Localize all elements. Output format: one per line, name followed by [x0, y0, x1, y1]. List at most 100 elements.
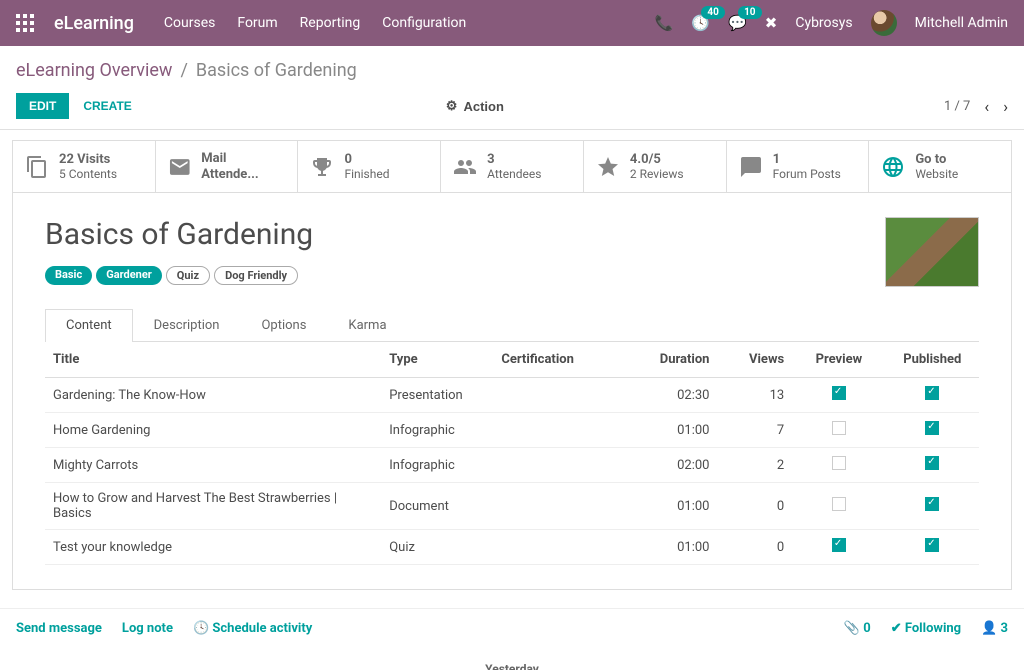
user-name[interactable]: Mitchell Admin — [915, 15, 1008, 31]
brand-title[interactable]: eLearning — [54, 13, 134, 34]
stat-mail[interactable]: Mail Attende... — [156, 141, 299, 192]
stat-buttons: 22 Visits5 Contents Mail Attende... 0Fin… — [13, 141, 1011, 193]
attachments-count[interactable]: 📎 0 — [844, 621, 871, 636]
pager-prev[interactable]: ‹ — [984, 97, 989, 116]
checkbox-preview[interactable] — [832, 456, 846, 470]
checkbox-published[interactable] — [925, 497, 939, 511]
form-scroll[interactable]: 22 Visits5 Contents Mail Attende... 0Fin… — [0, 130, 1024, 670]
table-row[interactable]: Gardening: The Know-How Presentation 02:… — [45, 378, 979, 413]
cell-duration: 01:00 — [605, 483, 717, 530]
action-dropdown[interactable]: ⚙ Action — [446, 98, 504, 114]
date-divider: Yesterday — [16, 662, 1008, 670]
checkbox-preview[interactable] — [832, 538, 846, 552]
edit-button[interactable]: EDIT — [16, 93, 69, 119]
followers-count[interactable]: 👤 3 — [981, 621, 1008, 636]
cell-title: Home Gardening — [45, 413, 381, 448]
cell-published — [886, 530, 979, 565]
trophy-icon — [310, 155, 334, 179]
nav-reporting[interactable]: Reporting — [300, 15, 361, 31]
pager-next[interactable]: › — [1003, 97, 1008, 116]
course-title: Basics of Gardening — [45, 217, 313, 252]
nav-courses[interactable]: Courses — [164, 15, 215, 31]
nav-configuration[interactable]: Configuration — [382, 15, 466, 31]
tab-options[interactable]: Options — [240, 309, 327, 341]
col-published[interactable]: Published — [886, 342, 979, 378]
col-preview[interactable]: Preview — [792, 342, 885, 378]
cell-views: 13 — [717, 378, 792, 413]
phone-icon[interactable]: 📞 — [655, 14, 674, 32]
following-button[interactable]: ✔ Following — [891, 621, 961, 636]
col-views[interactable]: Views — [717, 342, 792, 378]
chat-icon[interactable]: 💬10 — [728, 14, 747, 32]
col-title[interactable]: Title — [45, 342, 381, 378]
stat-forum-n: 1 — [773, 152, 841, 168]
tag: Basic — [45, 266, 92, 285]
course-thumbnail[interactable] — [885, 217, 979, 287]
copy-icon — [25, 155, 49, 179]
cell-type: Quiz — [381, 530, 493, 565]
clock-icon: 🕓 — [193, 621, 209, 636]
stat-finished-l: Finished — [344, 167, 389, 181]
clock-icon[interactable]: 🕓40 — [691, 14, 710, 32]
stat-website[interactable]: Go toWebsite — [869, 141, 1011, 192]
cell-type: Presentation — [381, 378, 493, 413]
apps-icon[interactable] — [16, 14, 34, 32]
action-label: Action — [463, 99, 503, 114]
tab-content[interactable]: Content — [45, 309, 133, 342]
tag: Dog Friendly — [214, 266, 298, 285]
schedule-activity-button[interactable]: 🕓 Schedule activity — [193, 621, 312, 636]
create-button[interactable]: CREATE — [69, 94, 145, 118]
log-note-button[interactable]: Log note — [122, 621, 173, 636]
checkbox-preview[interactable] — [832, 386, 846, 400]
stat-att-n: 3 — [487, 152, 541, 168]
tools-icon[interactable]: ✖ — [765, 14, 778, 32]
cell-views: 2 — [717, 448, 792, 483]
tab-karma[interactable]: Karma — [327, 309, 407, 341]
tab-description[interactable]: Description — [133, 309, 241, 341]
comment-icon — [739, 155, 763, 179]
breadcrumb-root[interactable]: eLearning Overview — [16, 60, 172, 81]
top-navbar: eLearning Courses Forum Reporting Config… — [0, 0, 1024, 46]
nav-menu: Courses Forum Reporting Configuration — [164, 15, 466, 31]
cell-published — [886, 448, 979, 483]
cell-cert — [493, 530, 605, 565]
company-switch[interactable]: Cybrosys — [795, 15, 852, 31]
breadcrumb-current: Basics of Gardening — [196, 60, 357, 81]
col-duration[interactable]: Duration — [605, 342, 717, 378]
stat-attendees[interactable]: 3Attendees — [441, 141, 584, 192]
checkbox-preview[interactable] — [832, 497, 846, 511]
breadcrumb-sep: / — [180, 60, 187, 81]
form-sheet: 22 Visits5 Contents Mail Attende... 0Fin… — [12, 140, 1012, 590]
table-row[interactable]: Home Gardening Infographic 01:00 7 — [45, 413, 979, 448]
stat-web-l: Website — [915, 167, 958, 181]
cell-cert — [493, 483, 605, 530]
checkbox-published[interactable] — [925, 421, 939, 435]
pager: 1 / 7 ‹ › — [944, 97, 1008, 116]
stat-reviews[interactable]: 4.0/52 Reviews — [584, 141, 727, 192]
cell-type: Infographic — [381, 413, 493, 448]
table-row[interactable]: Mighty Carrots Infographic 02:00 2 — [45, 448, 979, 483]
checkbox-published[interactable] — [925, 456, 939, 470]
col-type[interactable]: Type — [381, 342, 493, 378]
col-cert[interactable]: Certification — [493, 342, 605, 378]
stat-finished[interactable]: 0Finished — [298, 141, 441, 192]
users-icon — [453, 155, 477, 179]
cell-views: 7 — [717, 413, 792, 448]
send-message-button[interactable]: Send message — [16, 621, 102, 636]
cell-published — [886, 483, 979, 530]
nav-forum[interactable]: Forum — [237, 15, 277, 31]
cell-title: Mighty Carrots — [45, 448, 381, 483]
stat-forum[interactable]: 1Forum Posts — [727, 141, 870, 192]
avatar[interactable] — [871, 10, 897, 36]
table-row[interactable]: Test your knowledge Quiz 01:00 0 — [45, 530, 979, 565]
stat-finished-n: 0 — [344, 152, 389, 168]
pager-text[interactable]: 1 / 7 — [944, 99, 970, 114]
activity-badge: 40 — [701, 6, 724, 19]
cell-title: How to Grow and Harvest The Best Strawbe… — [45, 483, 381, 530]
checkbox-published[interactable] — [925, 538, 939, 552]
stat-visits[interactable]: 22 Visits5 Contents — [13, 141, 156, 192]
checkbox-preview[interactable] — [832, 421, 846, 435]
checkbox-published[interactable] — [925, 386, 939, 400]
chatter-topbar: Send message Log note 🕓 Schedule activit… — [0, 608, 1024, 648]
table-row[interactable]: How to Grow and Harvest The Best Strawbe… — [45, 483, 979, 530]
